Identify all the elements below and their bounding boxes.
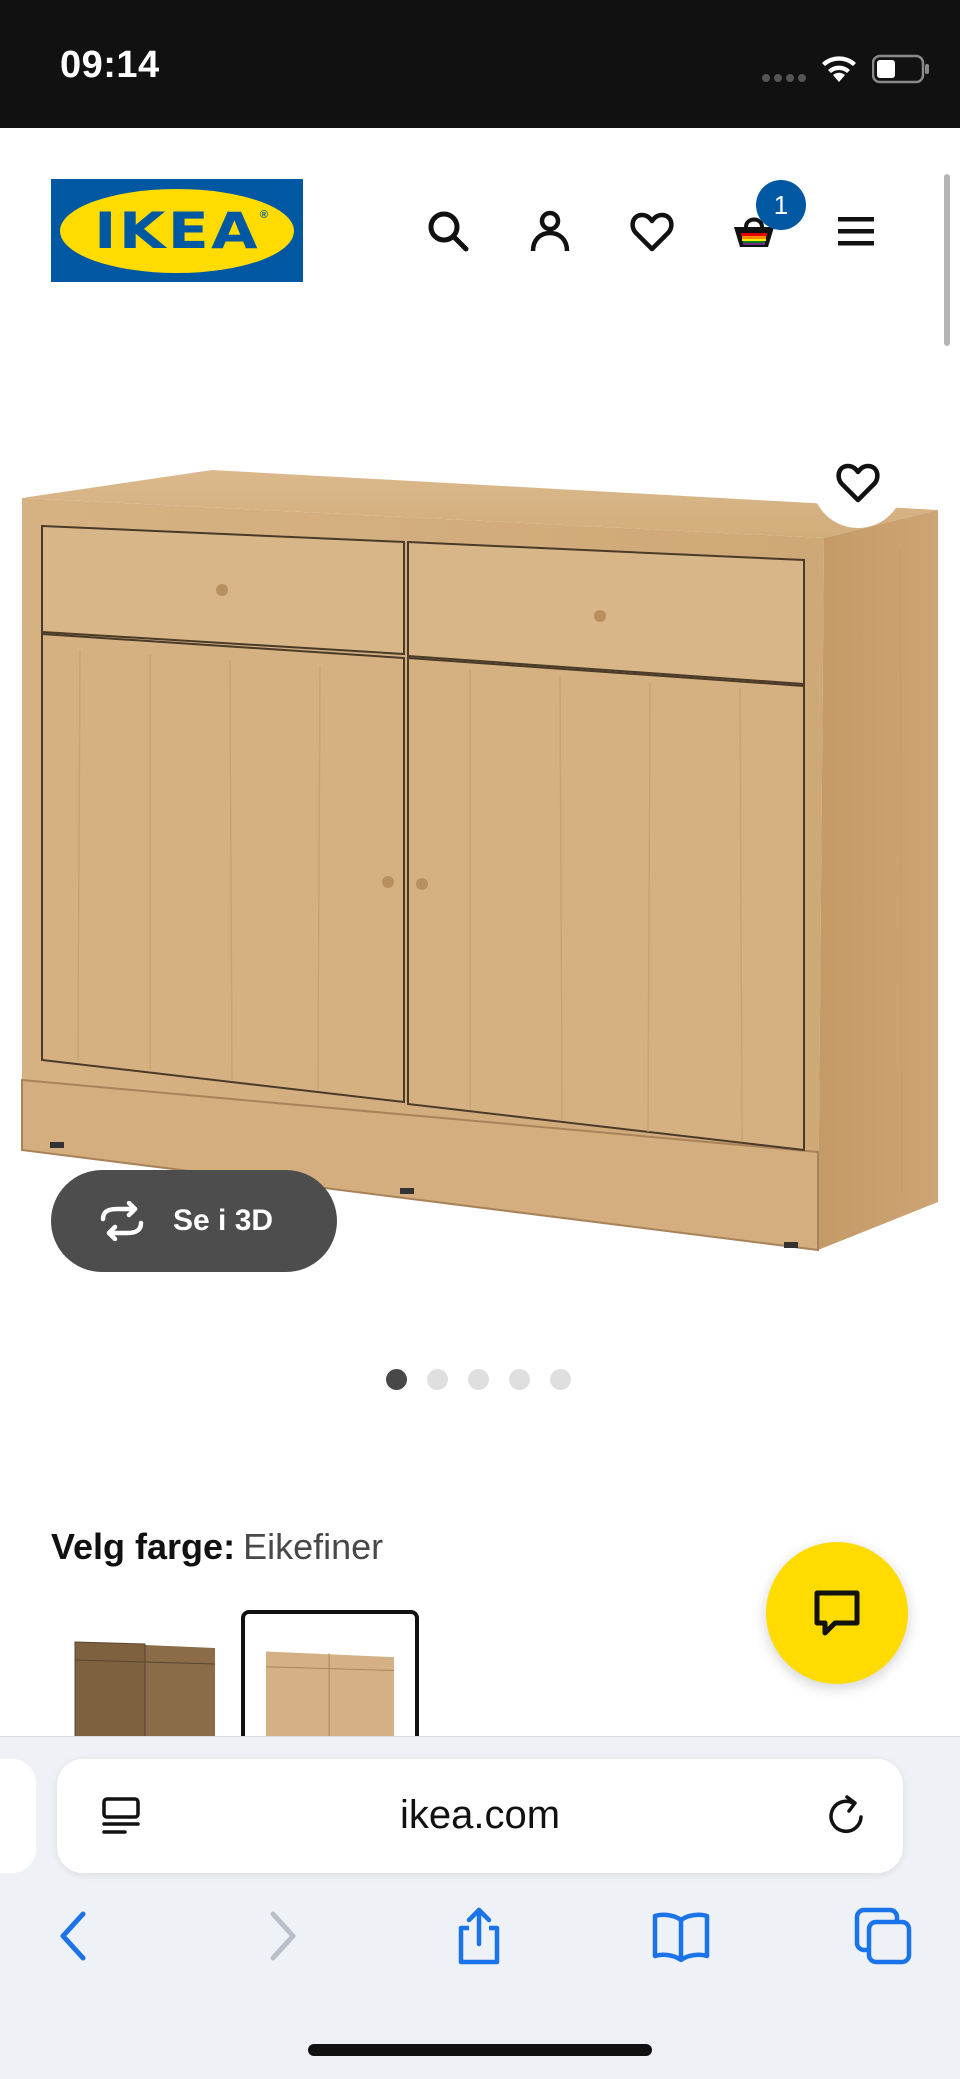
view-3d-button[interactable]: Se i 3D (51, 1170, 337, 1272)
status-time: 09:14 (60, 44, 160, 86)
tabs-icon (854, 1907, 912, 1965)
pagination-dot-3[interactable] (468, 1369, 489, 1390)
status-bar: 09:14 (0, 0, 960, 128)
menu-icon[interactable] (828, 203, 884, 259)
wifi-icon (822, 56, 856, 82)
color-swatch-dark-oak[interactable] (51, 1610, 229, 1750)
color-label-title: Velg farge: (51, 1526, 236, 1567)
search-icon[interactable] (420, 203, 476, 259)
bookmarks-button[interactable] (646, 1901, 716, 1971)
chevron-left-icon (60, 1911, 86, 1961)
tabs-button[interactable] (848, 1901, 918, 1971)
account-icon[interactable] (522, 203, 578, 259)
add-to-wishlist-button[interactable] (812, 436, 904, 528)
book-icon (652, 1912, 710, 1963)
chat-button[interactable] (766, 1542, 908, 1684)
site-header: IKEA ® 1 (0, 128, 960, 334)
pagination-dot-4[interactable] (509, 1369, 530, 1390)
share-button[interactable] (444, 1901, 514, 1971)
previous-tab-preview[interactable] (0, 1759, 36, 1873)
heart-icon (836, 463, 880, 503)
chat-icon (814, 1590, 860, 1636)
address-bar[interactable]: ikea.com (57, 1759, 903, 1873)
logo-registered-mark: ® (259, 208, 268, 221)
logo-oval: IKEA ® (60, 188, 294, 273)
url-text: ikea.com (399, 1793, 561, 1837)
logo-text: IKEA (94, 201, 260, 260)
home-indicator[interactable] (308, 2044, 652, 2056)
scrollbar-thumb[interactable] (944, 174, 950, 346)
color-swatch-oak-veneer[interactable] (241, 1610, 419, 1750)
wishlist-icon[interactable] (624, 203, 680, 259)
view-3d-label: Se i 3D (173, 1204, 274, 1237)
reload-icon[interactable] (823, 1793, 869, 1839)
cellular-signal-icon (762, 74, 808, 82)
share-icon (458, 1907, 500, 1965)
color-selected-value: Eikefiner (243, 1526, 384, 1567)
ikea-logo[interactable]: IKEA ® (51, 179, 303, 282)
cart-count-badge: 1 (756, 180, 806, 230)
browser-toolbar: ikea.com (0, 1736, 960, 2079)
pagination-dot-1[interactable] (386, 1369, 407, 1390)
battery-icon (872, 54, 929, 84)
chevron-right-icon (270, 1911, 296, 1961)
rotate-3d-icon (100, 1201, 144, 1241)
forward-button[interactable] (246, 1901, 316, 1971)
image-pagination (386, 1369, 571, 1390)
color-select-label: Velg farge: Eikefiner (51, 1526, 383, 1568)
pagination-dot-2[interactable] (427, 1369, 448, 1390)
pagination-dot-5[interactable] (550, 1369, 571, 1390)
back-button[interactable] (40, 1901, 110, 1971)
